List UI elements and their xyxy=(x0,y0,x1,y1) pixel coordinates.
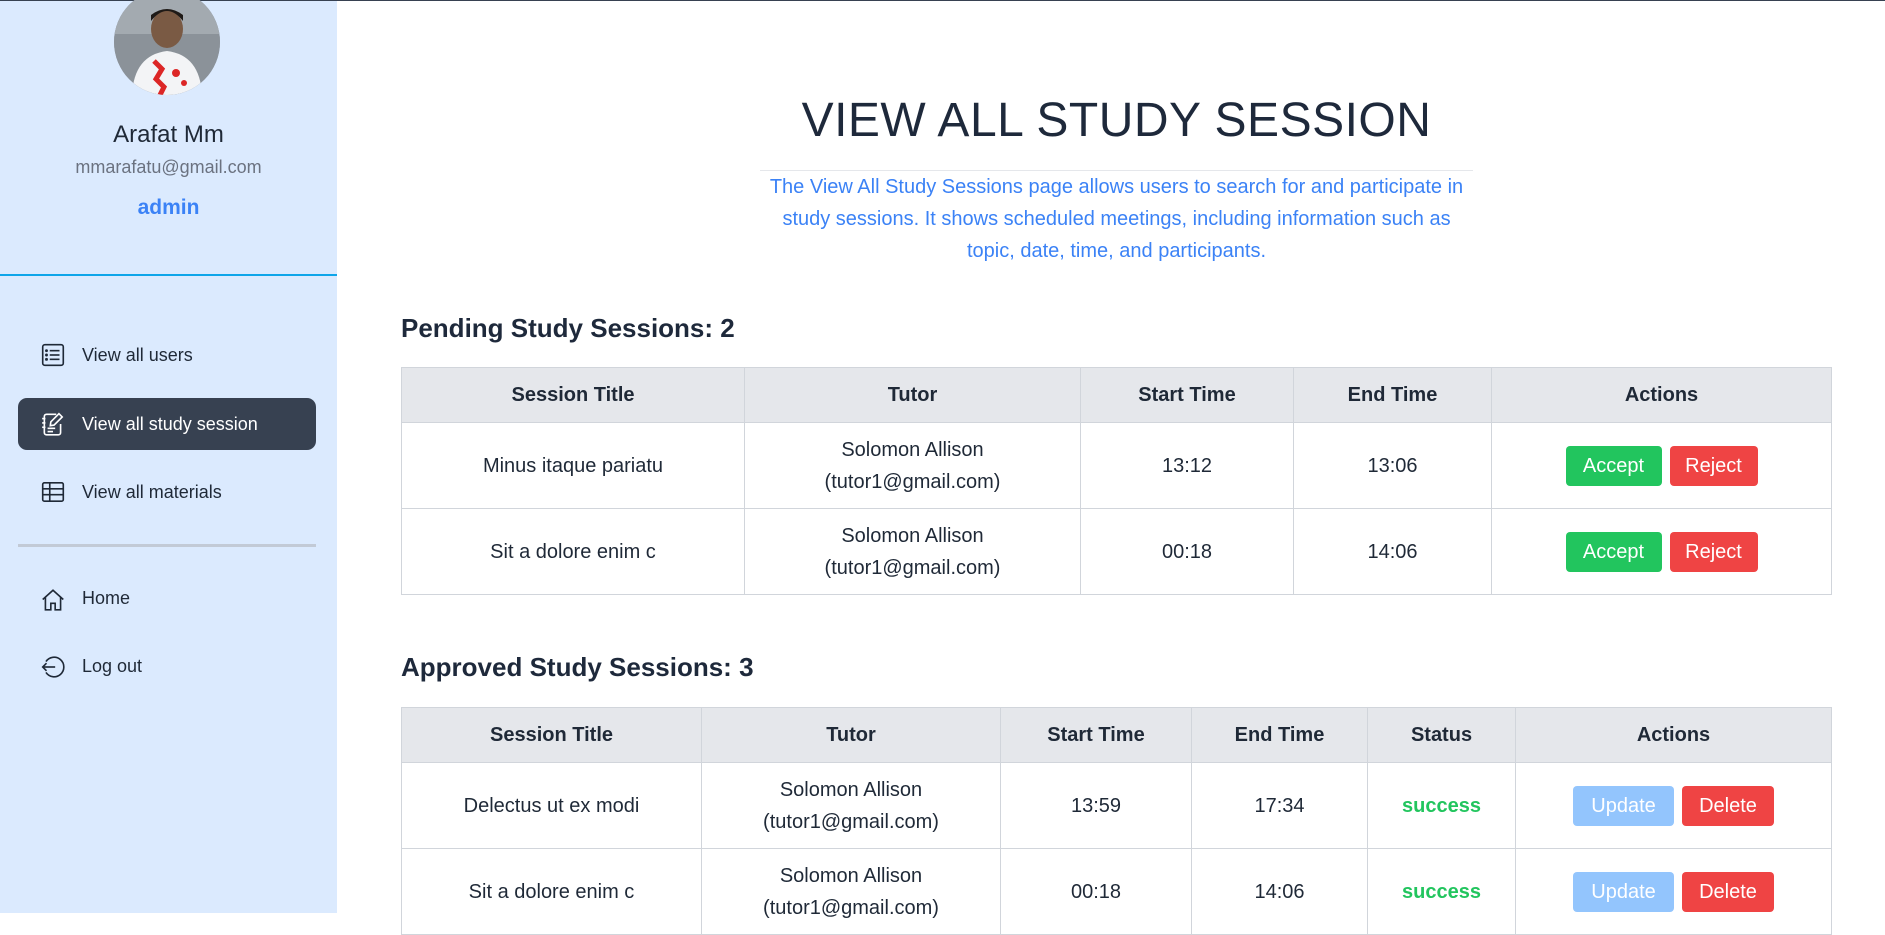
table-row: Delectus ut ex modi Solomon Allison (tut… xyxy=(401,762,1832,849)
session-title: Delectus ut ex modi xyxy=(401,762,702,849)
sidebar: Arafat Mm mmarafatu@gmail.com admin View… xyxy=(0,0,337,913)
table-icon xyxy=(40,479,66,505)
end-time: 14:06 xyxy=(1191,848,1368,935)
avatar xyxy=(114,0,220,95)
approved-sessions-table: Session Title Tutor Start Time End Time … xyxy=(401,707,1832,935)
tutor-email: (tutor1@gmail.com) xyxy=(824,556,1001,579)
actions-cell: Accept Reject xyxy=(1491,422,1832,509)
page-description: The View All Study Sessions page allows … xyxy=(769,176,1464,262)
tutor-name: Solomon Allison xyxy=(841,524,984,547)
tutor-name: Solomon Allison xyxy=(779,778,923,801)
user-email: mmarafatu@gmail.com xyxy=(75,157,262,177)
tutor-cell: Solomon Allison (tutor1@gmail.com) xyxy=(744,422,1081,509)
table-header-row: Session Title Tutor Start Time End Time … xyxy=(401,367,1832,423)
table-row: Minus itaque pariatu Solomon Allison (tu… xyxy=(401,422,1832,509)
column-header: Session Title xyxy=(401,707,702,763)
column-header: Tutor xyxy=(744,367,1081,423)
column-header: Actions xyxy=(1515,707,1832,763)
column-header: End Time xyxy=(1293,367,1492,423)
start-time: 00:18 xyxy=(1000,848,1192,935)
sidebar-item-label: View all study session xyxy=(82,413,258,434)
approved-sessions-heading: Approved Study Sessions: 3 xyxy=(401,652,754,682)
sidebar-item-label: View all materials xyxy=(82,481,222,502)
end-time: 13:06 xyxy=(1293,422,1492,509)
tutor-cell: Solomon Allison (tutor1@gmail.com) xyxy=(701,762,1001,849)
column-header: Start Time xyxy=(1000,707,1192,763)
tutor-name: Solomon Allison xyxy=(779,864,923,887)
column-header: End Time xyxy=(1191,707,1368,763)
end-time: 17:34 xyxy=(1191,762,1368,849)
column-header: Start Time xyxy=(1080,367,1294,423)
tutor-cell: Solomon Allison (tutor1@gmail.com) xyxy=(701,848,1001,935)
accept-button[interactable]: Accept xyxy=(1565,445,1662,486)
column-header: Session Title xyxy=(401,367,745,423)
start-time: 00:18 xyxy=(1080,508,1294,595)
table-header-row: Session Title Tutor Start Time End Time … xyxy=(401,707,1832,763)
logout-icon xyxy=(40,653,66,679)
column-header: Status xyxy=(1367,707,1516,763)
end-time: 14:06 xyxy=(1293,508,1492,595)
update-button[interactable]: Update xyxy=(1573,871,1674,912)
table-row: Sit a dolore enim c Solomon Allison (tut… xyxy=(401,848,1832,935)
page-title: VIEW ALL STUDY SESSION xyxy=(801,94,1432,147)
tutor-email: (tutor1@gmail.com) xyxy=(763,896,939,919)
sidebar-item-view-all-users[interactable]: View all users xyxy=(18,329,316,381)
edit-note-icon xyxy=(40,411,66,437)
user-role: admin xyxy=(137,196,200,219)
sidebar-divider xyxy=(18,544,316,547)
start-time: 13:12 xyxy=(1080,422,1294,509)
pending-sessions-table: Session Title Tutor Start Time End Time … xyxy=(401,367,1832,595)
start-time: 13:59 xyxy=(1000,762,1192,849)
tutor-email: (tutor1@gmail.com) xyxy=(763,810,939,833)
sidebar-item-view-all-materials[interactable]: View all materials xyxy=(18,466,316,518)
column-header: Actions xyxy=(1491,367,1832,423)
sidebar-item-home[interactable]: Home xyxy=(18,572,316,624)
list-icon xyxy=(40,342,66,368)
sidebar-item-label: Home xyxy=(82,587,131,608)
table-row: Sit a dolore enim c Solomon Allison (tut… xyxy=(401,508,1832,595)
sidebar-item-label: Log out xyxy=(82,655,143,676)
column-header: Tutor xyxy=(701,707,1001,763)
update-button[interactable]: Update xyxy=(1573,785,1674,826)
accept-button[interactable]: Accept xyxy=(1565,531,1662,572)
user-name: Arafat Mm xyxy=(113,121,224,148)
sidebar-item-label: View all users xyxy=(82,344,193,365)
status-badge: success xyxy=(1367,848,1516,935)
tutor-name: Solomon Allison xyxy=(841,438,984,461)
sidebar-divider xyxy=(0,274,337,276)
session-title: Sit a dolore enim c xyxy=(401,848,702,935)
status-badge: success xyxy=(1367,762,1516,849)
session-title: Sit a dolore enim c xyxy=(401,508,745,595)
delete-button[interactable]: Delete xyxy=(1682,871,1774,912)
actions-cell: Accept Reject xyxy=(1491,508,1832,595)
session-title: Minus itaque pariatu xyxy=(401,422,745,509)
tutor-email: (tutor1@gmail.com) xyxy=(824,470,1001,493)
actions-cell: Update Delete xyxy=(1515,762,1832,849)
reject-button[interactable]: Reject xyxy=(1669,531,1758,572)
pending-sessions-heading: Pending Study Sessions: 2 xyxy=(401,313,735,343)
tutor-cell: Solomon Allison (tutor1@gmail.com) xyxy=(744,508,1081,595)
delete-button[interactable]: Delete xyxy=(1682,785,1774,826)
actions-cell: Update Delete xyxy=(1515,848,1832,935)
reject-button[interactable]: Reject xyxy=(1669,445,1758,486)
sidebar-item-view-all-study-session[interactable]: View all study session xyxy=(18,398,316,450)
sidebar-item-log-out[interactable]: Log out xyxy=(18,640,316,692)
home-icon xyxy=(40,585,66,611)
